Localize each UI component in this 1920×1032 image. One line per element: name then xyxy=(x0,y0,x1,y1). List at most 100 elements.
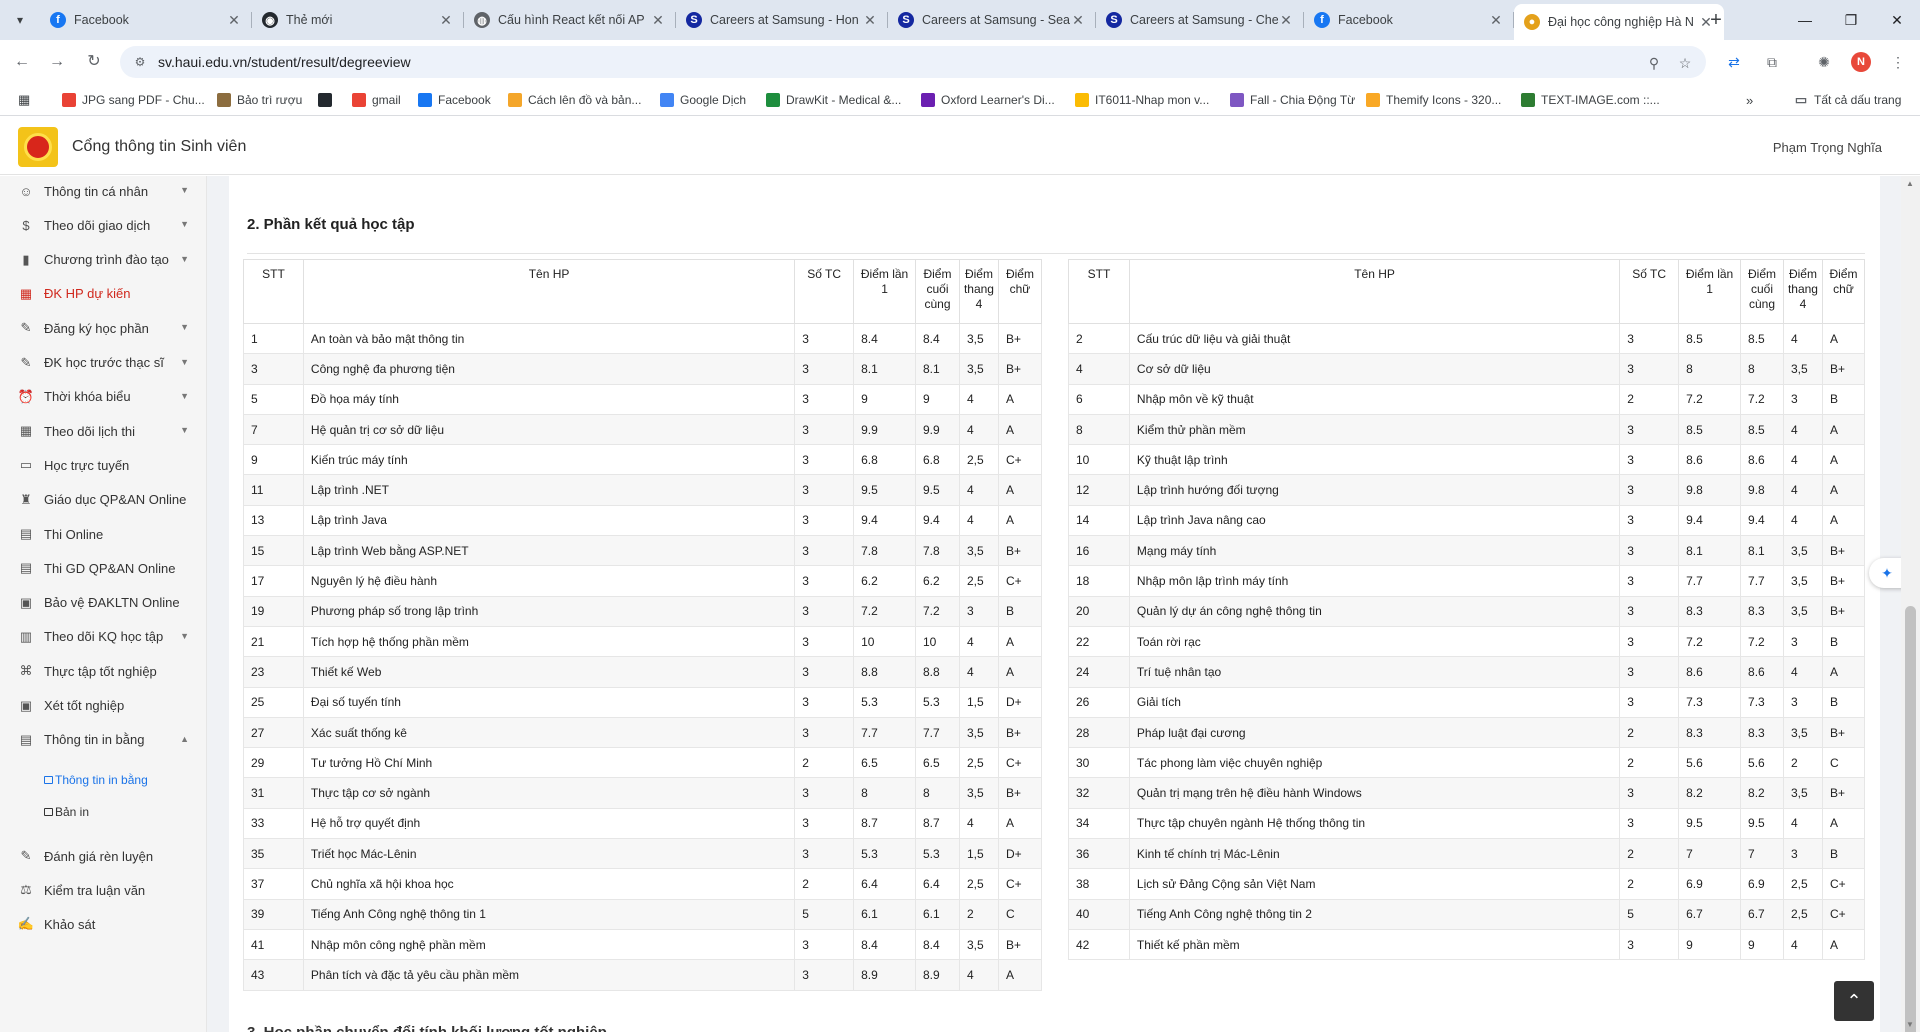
chevron-down-icon[interactable]: ▼ xyxy=(180,357,189,367)
cell-letter-grade: B xyxy=(1821,838,1866,870)
bookmark-item[interactable]: Google Dịch xyxy=(660,91,746,109)
sidebar-item[interactable]: ⏰ Thời khóa biểu ▼ xyxy=(0,383,207,411)
back-to-top-button[interactable]: ⌃ xyxy=(1834,981,1874,1021)
sidebar-subitem[interactable]: Thông tin in bằng xyxy=(44,770,148,790)
chevron-down-icon[interactable]: ▼ xyxy=(180,254,189,264)
university-logo[interactable] xyxy=(18,127,58,167)
sidebar-item[interactable]: ▣ Xét tốt nghiệp xyxy=(0,692,207,720)
browser-tab[interactable]: f Facebook ✕ xyxy=(40,4,252,36)
sidebar-item[interactable]: ♜ Giáo dục QP&AN Online xyxy=(0,486,207,514)
restore-icon[interactable]: ❐ xyxy=(1828,8,1874,32)
assistant-float-icon[interactable]: ✦ xyxy=(1869,558,1905,588)
browser-tab[interactable]: S Careers at Samsung - Che ✕ xyxy=(1096,4,1304,36)
tab-close-icon[interactable]: ✕ xyxy=(226,12,242,29)
bookmark-star-icon[interactable]: ☆ xyxy=(1676,54,1694,72)
sidebar-item[interactable]: ▥ Theo dõi KQ học tập ▼ xyxy=(0,623,207,651)
tab-close-icon[interactable]: ✕ xyxy=(650,12,666,29)
sidebar-item-label: Theo dõi KQ học tập xyxy=(44,629,164,645)
bookmark-item[interactable]: Themify Icons - 320... xyxy=(1366,91,1501,109)
scroll-up-icon[interactable]: ▲ xyxy=(1906,179,1914,188)
zoom-icon[interactable]: ⚲ xyxy=(1645,54,1663,72)
extensions-icon[interactable]: ⧉ xyxy=(1762,52,1782,72)
gmail-icon xyxy=(352,93,366,107)
scrollbar-thumb[interactable] xyxy=(1905,606,1916,1032)
bookmark-item[interactable]: TEXT-IMAGE.com ::... xyxy=(1521,91,1660,109)
scroll-down-icon[interactable]: ▼ xyxy=(1906,1020,1914,1029)
cell-gpa-4: 4 xyxy=(1782,504,1823,537)
bookmark-item[interactable]: DrawKit - Medical &... xyxy=(766,91,901,109)
url-text[interactable]: sv.haui.edu.vn/student/result/degreeview xyxy=(158,54,411,70)
bookmark-item[interactable] xyxy=(318,91,338,109)
back-icon[interactable]: ← xyxy=(10,50,34,74)
apps-grid-icon[interactable]: ▦ xyxy=(18,91,30,109)
browser-tab[interactable]: S Careers at Samsung - Sea ✕ xyxy=(888,4,1096,36)
minimize-icon[interactable]: — xyxy=(1782,8,1828,32)
drawkit-icon xyxy=(766,93,780,107)
browser-tab[interactable]: ◉ Thẻ mới ✕ xyxy=(252,4,464,36)
tab-close-icon[interactable]: ✕ xyxy=(438,12,454,29)
sidebar-item[interactable]: ✎ Đăng ký học phần ▼ xyxy=(0,314,207,342)
sidebar-item[interactable]: $ Theo dõi giao dịch ▼ xyxy=(0,211,207,239)
more-bookmarks-icon[interactable]: » xyxy=(1746,91,1753,109)
sidebar-item[interactable]: ▣ Bảo vệ ĐAKLTN Online xyxy=(0,589,207,617)
browser-tab[interactable]: ◍ Cấu hình React kết nối AP ✕ xyxy=(464,4,676,36)
chevron-down-icon[interactable]: ▼ xyxy=(180,219,189,229)
sidebar-item[interactable]: ▭ Học trực tuyến xyxy=(0,451,207,479)
bookmark-item[interactable]: IT6011-Nhap mon v... xyxy=(1075,91,1209,109)
close-window-icon[interactable]: ✕ xyxy=(1874,8,1920,32)
sidebar-item[interactable]: ✎ Đánh giá rèn luyện xyxy=(0,842,207,870)
more-menu-icon[interactable]: ⋮ xyxy=(1888,52,1908,72)
browser-tab[interactable]: ● Đại học công nghiệp Hà N ✕ xyxy=(1514,4,1724,40)
bookmark-item[interactable]: Facebook xyxy=(418,91,491,109)
chevron-up-icon[interactable]: ▲ xyxy=(180,734,189,744)
sidebar-item[interactable]: ✍ Khảo sát xyxy=(0,910,207,938)
bookmark-item[interactable]: gmail xyxy=(352,91,401,109)
bookmark-item[interactable]: Cách lên đồ và bản... xyxy=(508,91,641,109)
bookmark-item[interactable]: JPG sang PDF - Chu... xyxy=(62,91,205,109)
cell-credits: 3 xyxy=(794,322,855,355)
bookmark-item[interactable]: Oxford Learner's Di... xyxy=(921,91,1055,109)
chatgpt-icon[interactable]: ✺ xyxy=(1814,52,1834,72)
tab-close-icon[interactable]: ✕ xyxy=(1488,12,1504,29)
sidebar-item[interactable]: ✎ ĐK học trước thạc sĩ ▼ xyxy=(0,349,207,377)
chevron-down-icon[interactable]: ▼ xyxy=(180,185,189,195)
browser-tab[interactable]: S Careers at Samsung - Hon ✕ xyxy=(676,4,888,36)
chevron-down-icon[interactable]: ▼ xyxy=(180,322,189,332)
cell-score-1: 7.2 xyxy=(1678,625,1742,658)
chevron-down-icon[interactable]: ▼ xyxy=(180,631,189,641)
chevron-down-icon[interactable]: ▼ xyxy=(180,391,189,401)
translate-icon[interactable]: ⇄ xyxy=(1724,52,1744,72)
cell-credits: 3 xyxy=(1619,474,1680,506)
sidebar-item[interactable]: ▦ ĐK HP dự kiến xyxy=(0,280,207,308)
cell-gpa-4: 3 xyxy=(958,595,999,627)
cell-final-score: 6.2 xyxy=(915,565,960,597)
new-tab-button[interactable]: + xyxy=(1704,8,1728,32)
address-bar[interactable]: ⚙ sv.haui.edu.vn/student/result/degreevi… xyxy=(120,46,1706,78)
profile-avatar[interactable]: N xyxy=(1851,52,1871,72)
sidebar-item[interactable]: ▦ Theo dõi lịch thi ▼ xyxy=(0,417,207,445)
tab-close-icon[interactable]: ✕ xyxy=(1278,12,1294,29)
all-bookmarks-folder[interactable]: ▭ Tất cả dấu trang xyxy=(1794,91,1902,109)
tab-close-icon[interactable]: ✕ xyxy=(862,12,878,29)
all-bookmarks-label: Tất cả dấu trang xyxy=(1814,93,1902,107)
bookmark-item[interactable]: Bảo trì rượu xyxy=(217,91,302,109)
sidebar-item[interactable]: ▮ Chương trình đào tạo ▼ xyxy=(0,246,207,274)
forward-icon[interactable]: → xyxy=(45,50,69,74)
sidebar-item[interactable]: ⚖ Kiểm tra luận văn xyxy=(0,876,207,904)
site-info-icon[interactable]: ⚙ xyxy=(132,54,148,70)
sidebar-item[interactable]: ▤ Thi GD QP&AN Online xyxy=(0,554,207,582)
browser-tab[interactable]: f Facebook ✕ xyxy=(1304,4,1514,36)
user-name[interactable]: Phạm Trọng Nghĩa xyxy=(1773,140,1882,155)
tab-close-icon[interactable]: ✕ xyxy=(1070,12,1086,29)
sidebar-item[interactable]: ⌘ Thực tập tốt nghiệp xyxy=(0,657,207,685)
sidebar-item[interactable]: ▤ Thông tin in bằng ▲ xyxy=(0,726,207,754)
tab-search-icon[interactable]: ▾ xyxy=(8,8,32,32)
sidebar-item[interactable]: ▤ Thi Online xyxy=(0,520,207,548)
sidebar-subitem[interactable]: Bản in xyxy=(44,802,89,822)
chevron-down-icon[interactable]: ▼ xyxy=(180,425,189,435)
sidebar-item[interactable]: ☺ Thông tin cá nhân ▼ xyxy=(0,177,207,205)
cell-gpa-4: 3,5 xyxy=(958,716,999,749)
reload-icon[interactable]: ↻ xyxy=(82,50,106,74)
bookmark-item[interactable]: Fall - Chia Động Từ xyxy=(1230,91,1355,109)
page-scrollbar[interactable]: ▲ ▼ xyxy=(1901,176,1920,1032)
